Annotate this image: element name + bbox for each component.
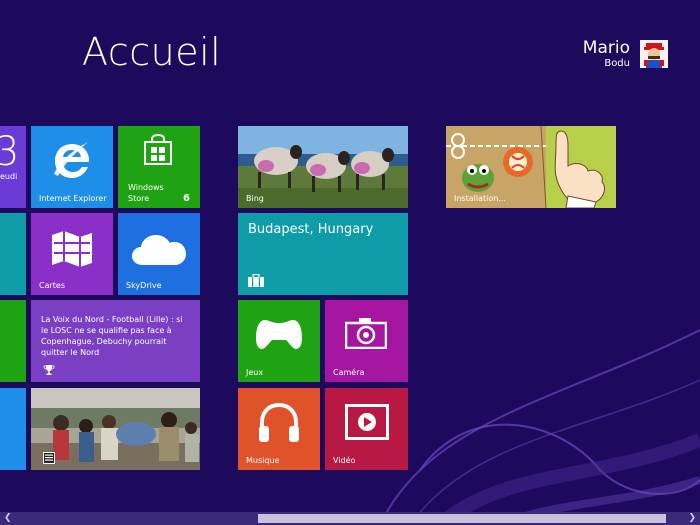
news-article-icon [43, 452, 55, 464]
mario-avatar-icon [640, 40, 668, 68]
partial-tile-blue[interactable] [0, 388, 26, 470]
people-photo-image [31, 388, 200, 470]
trophy-icon [43, 365, 55, 375]
user-last-name: Bodu [604, 58, 630, 69]
xbox-controller-icon [256, 320, 302, 349]
music-tile[interactable]: Musique [238, 388, 320, 470]
travel-tile[interactable]: Budapest, Hungary [238, 213, 408, 295]
video-tile[interactable]: Vidéo [325, 388, 408, 470]
internet-explorer-tile[interactable]: Internet Explorer [31, 126, 113, 208]
music-label: Musique [246, 456, 280, 465]
store-label-line1: Windows [128, 183, 164, 192]
travel-city: Budapest, Hungary [248, 222, 374, 237]
maps-tile[interactable]: Cartes [31, 213, 113, 295]
camera-tile[interactable]: Caméra [325, 300, 408, 382]
map-icon [52, 231, 92, 267]
internet-explorer-icon [54, 142, 89, 178]
scroll-left-icon[interactable]: ❮ [4, 513, 12, 524]
user-account[interactable]: Mario Bodu [583, 38, 630, 70]
video-label: Vidéo [333, 456, 356, 465]
installing-app-label: Installation... [454, 194, 506, 203]
installing-app-tile[interactable]: Installation... [446, 126, 616, 208]
calendar-day-number: 3 [0, 129, 20, 175]
news-tile[interactable]: La Voix du Nord - Football (Lille) : si … [31, 300, 200, 382]
partial-tile-teal[interactable] [0, 213, 26, 295]
store-label-line2: Store [128, 194, 150, 203]
windows-store-tile[interactable]: Windows Store 6 [118, 126, 200, 208]
store-badge: 6 [183, 193, 190, 204]
scrollbar-thumb[interactable] [258, 514, 666, 523]
bing-tile[interactable]: Bing [238, 126, 408, 208]
maps-label: Cartes [39, 281, 66, 290]
partial-tile-green[interactable] [0, 300, 26, 382]
camera-label: Caméra [333, 368, 365, 377]
user-first-name: Mario [582, 38, 630, 58]
games-label: Jeux [246, 368, 264, 377]
bing-label: Bing [246, 194, 264, 203]
camera-icon [345, 318, 387, 349]
store-bag-icon [144, 134, 172, 165]
calendar-tile[interactable]: 3 eudi [0, 126, 26, 208]
skydrive-label: SkyDrive [126, 281, 162, 290]
video-play-icon [345, 404, 389, 440]
page-title: Accueil [82, 30, 222, 74]
calendar-day-label: eudi [0, 172, 18, 181]
internet-explorer-label: Internet Explorer [39, 194, 107, 203]
news-headline: La Voix du Nord - Football (Lille) : si … [41, 315, 183, 357]
scroll-right-icon[interactable]: ❯ [688, 513, 696, 524]
suitcase-icon [248, 274, 264, 287]
avatar[interactable] [640, 40, 668, 68]
headphones-icon [259, 402, 299, 442]
photos-tile[interactable] [31, 388, 200, 470]
skydrive-tile[interactable]: SkyDrive [118, 213, 200, 295]
cloud-icon [132, 235, 186, 265]
games-tile[interactable]: Jeux [238, 300, 320, 382]
horizontal-scrollbar[interactable]: ❮ ❯ [0, 512, 700, 525]
